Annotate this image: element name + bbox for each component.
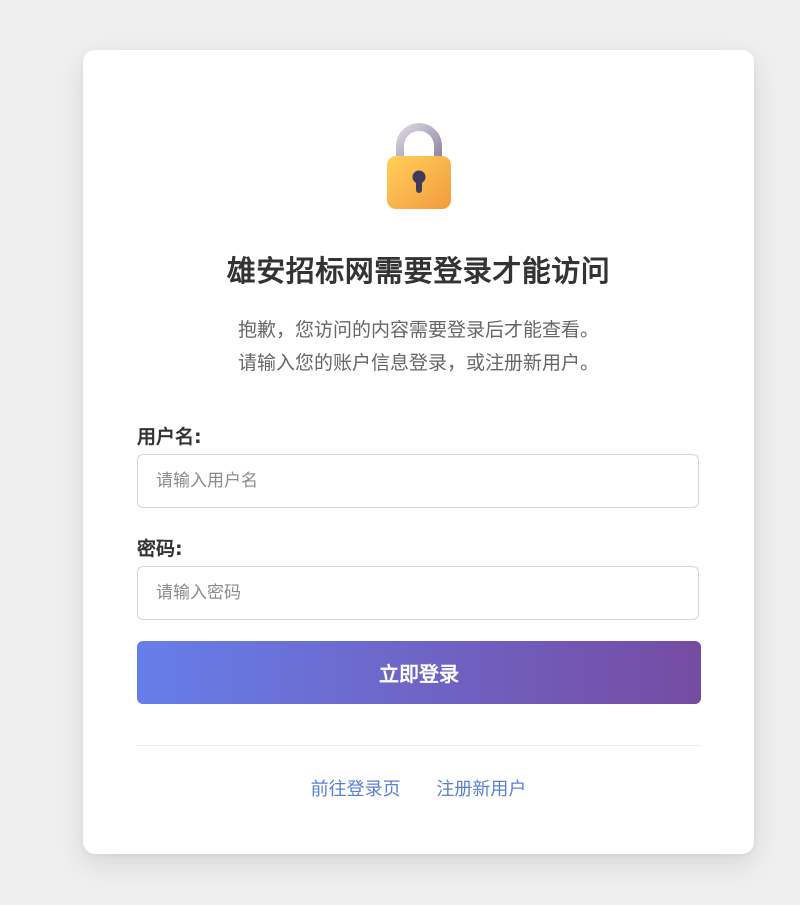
username-label: 用户名:	[137, 426, 202, 448]
password-label: 密码:	[137, 538, 183, 560]
footer-links: 前往登录页 注册新用户	[83, 775, 754, 801]
username-input[interactable]	[137, 454, 699, 508]
lock-icon	[387, 123, 451, 209]
goto-login-link[interactable]: 前往登录页	[311, 779, 401, 800]
login-card: 雄安招标网需要登录才能访问 抱歉，您访问的内容需要登录后才能查看。 请输入您的账…	[83, 50, 754, 854]
login-button[interactable]: 立即登录	[137, 641, 701, 704]
password-input[interactable]	[137, 566, 699, 620]
divider	[137, 745, 701, 746]
description-line-1: 抱歉，您访问的内容需要登录后才能查看。	[237, 319, 599, 341]
register-link[interactable]: 注册新用户	[436, 779, 526, 800]
page-title: 雄安招标网需要登录才能访问	[226, 254, 611, 288]
description-line-2: 请输入您的账户信息登录，或注册新用户。	[237, 352, 599, 374]
